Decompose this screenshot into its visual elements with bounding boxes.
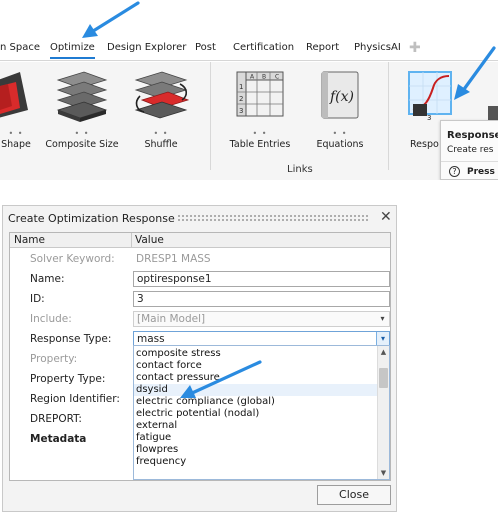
tool-shape[interactable]: • • Shape: [0, 62, 32, 162]
svg-text:3: 3: [239, 107, 243, 115]
group-label-links: Links: [287, 164, 313, 175]
tab-post[interactable]: Post: [195, 41, 216, 59]
tab-certification[interactable]: Certification: [233, 41, 294, 59]
ribbon-tab-bar: n Space Optimize Design Explorer Post Ce…: [0, 37, 498, 61]
composite-size-icon: [56, 71, 108, 122]
dropdown-option[interactable]: flowpres: [134, 444, 377, 456]
chevron-down-icon[interactable]: ▾: [376, 332, 389, 346]
annotation-arrow-icon: [180, 360, 262, 398]
svg-text:3: 3: [427, 114, 431, 122]
label-include: Include:: [30, 313, 72, 325]
label-response-type: Response Type:: [30, 333, 112, 345]
svg-text:2: 2: [239, 95, 243, 103]
tool-shuffle[interactable]: • • Shuffle: [126, 62, 196, 162]
property-grid: Name Value Solver Keyword: DRESP1 MASS N…: [9, 232, 391, 481]
column-header-value[interactable]: Value: [135, 234, 164, 246]
grid-header: Name Value: [10, 233, 390, 248]
ribbon-separator: [388, 62, 389, 170]
add-tab-icon[interactable]: ✚: [409, 40, 421, 56]
ribbon-separator: [210, 62, 211, 170]
value-solver-keyword: DRESP1 MASS: [136, 253, 211, 265]
dialog-title: Create Optimization Response: [8, 212, 175, 225]
close-icon[interactable]: ✕: [380, 209, 392, 225]
label-id: ID:: [30, 293, 45, 305]
tab-report[interactable]: Report: [306, 41, 339, 59]
scroll-down-icon[interactable]: ▼: [378, 467, 389, 479]
id-field[interactable]: 3: [133, 291, 390, 307]
dropdown-scrollbar[interactable]: ▲ ▼: [377, 346, 389, 479]
help-icon: ?: [449, 166, 460, 177]
responses-icon: 3: [408, 71, 452, 122]
tab-design-space[interactable]: n Space: [0, 41, 40, 59]
tab-optimize[interactable]: Optimize: [50, 41, 95, 59]
tooltip-responses: Response Create res ? Press: [440, 120, 498, 180]
name-field[interactable]: optiresponse1: [133, 271, 390, 287]
dropdown-option[interactable]: frequency: [134, 456, 377, 468]
drag-handle[interactable]: [177, 214, 369, 222]
column-header-name[interactable]: Name: [14, 234, 45, 246]
include-select[interactable]: [Main Model] ▾: [133, 311, 390, 327]
label-property-type: Property Type:: [30, 373, 106, 385]
ribbon-tool-area: • • Shape • • Composite Size • • Shuffle…: [0, 62, 498, 180]
equations-icon: f(x): [321, 71, 359, 119]
scroll-up-icon[interactable]: ▲: [378, 346, 389, 358]
tool-equations[interactable]: f(x) • • Equations: [304, 62, 376, 162]
table-entries-icon: A B C 1 2 3: [236, 71, 284, 117]
scrollbar-thumb[interactable]: [379, 368, 388, 388]
svg-text:C: C: [275, 74, 279, 81]
svg-text:B: B: [262, 74, 266, 81]
label-dreport: DREPORT:: [30, 413, 82, 425]
label-metadata: Metadata: [30, 433, 87, 445]
annotation-arrow-icon: [82, 1, 140, 38]
dropdown-option[interactable]: external: [134, 420, 377, 432]
label-property: Property:: [30, 353, 78, 365]
label-region-identifier: Region Identifier:: [30, 393, 120, 405]
close-button[interactable]: Close: [317, 485, 391, 505]
dropdown-option[interactable]: fatigue: [134, 432, 377, 444]
svg-text:f(x): f(x): [329, 89, 354, 105]
label-name: Name:: [30, 273, 65, 285]
dropdown-option[interactable]: electric potential (nodal): [134, 408, 377, 420]
tab-design-explorer[interactable]: Design Explorer: [107, 41, 186, 59]
tool-composite-size[interactable]: • • Composite Size: [40, 62, 124, 162]
tool-table-entries[interactable]: A B C 1 2 3 • • Table Entries: [224, 62, 296, 162]
shuffle-icon: [134, 71, 190, 119]
tab-physicsai[interactable]: PhysicsAI: [354, 41, 401, 59]
label-solver-keyword: Solver Keyword:: [30, 253, 115, 265]
svg-text:1: 1: [239, 83, 243, 91]
annotation-arrow-icon: [454, 46, 496, 100]
chevron-down-icon: ▾: [380, 314, 385, 323]
shape-icon: [0, 72, 28, 118]
ribbon: n Space Optimize Design Explorer Post Ce…: [0, 0, 498, 180]
